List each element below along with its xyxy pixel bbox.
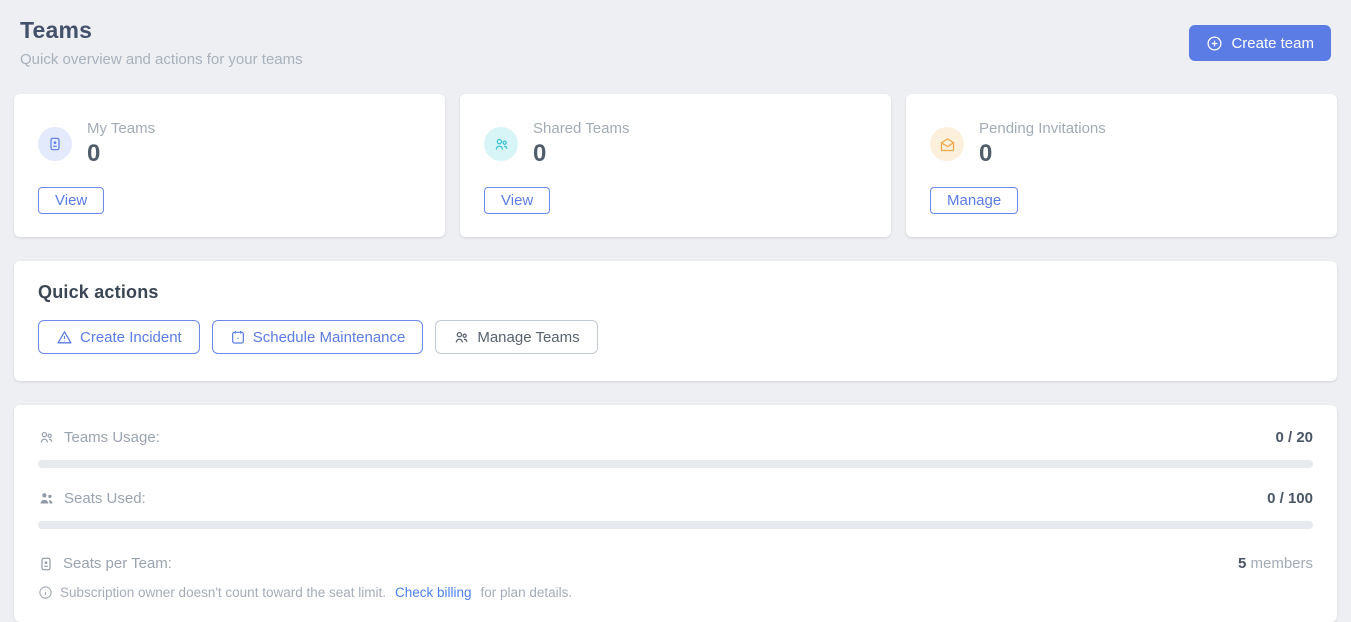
teams-usage-progressbar [38, 460, 1313, 468]
stat-cards-row: My Teams 0 View Shared Teams [14, 94, 1337, 237]
check-billing-link[interactable]: Check billing [395, 585, 472, 600]
teams-usage-value: 0 / 20 [1275, 429, 1313, 446]
note-text-after: for plan details. [481, 585, 573, 600]
users-icon [484, 127, 518, 161]
create-team-label: Create team [1231, 35, 1314, 52]
note-text-before: Subscription owner doesn't count toward … [60, 585, 386, 600]
users-filled-icon [38, 490, 55, 507]
users-outline-icon [38, 429, 55, 446]
stat-value: 0 [533, 140, 629, 168]
badge-icon [38, 127, 72, 161]
calendar-icon [230, 329, 246, 345]
page-subtitle: Quick overview and actions for your team… [20, 51, 303, 68]
usage-panel: Teams Usage: 0 / 20 Seats Used: 0 / 100 [14, 405, 1337, 622]
quick-actions-panel: Quick actions Create Incident [14, 261, 1337, 381]
seats-per-team-value: 5 members [1238, 555, 1313, 572]
seats-per-team-row: Seats per Team: 5 members [38, 555, 1313, 572]
manage-teams-button[interactable]: Manage Teams [435, 320, 597, 354]
stat-card-shared-teams: Shared Teams 0 View [460, 94, 891, 237]
schedule-maintenance-button[interactable]: Schedule Maintenance [212, 320, 424, 354]
header-titles: Teams Quick overview and actions for you… [20, 17, 303, 68]
teams-usage-label: Teams Usage: [64, 429, 160, 446]
seats-used-progressbar [38, 521, 1313, 529]
teams-usage-row: Teams Usage: 0 / 20 [38, 429, 1313, 446]
seats-used-value: 0 / 100 [1267, 490, 1313, 507]
seats-used-row: Seats Used: 0 / 100 [38, 490, 1313, 507]
view-my-teams-button[interactable]: View [38, 187, 104, 214]
stat-card-my-teams: My Teams 0 View [14, 94, 445, 237]
manage-invitations-button[interactable]: Manage [930, 187, 1018, 214]
seat-limit-note: Subscription owner doesn't count toward … [38, 585, 1313, 600]
stat-value: 0 [979, 140, 1106, 168]
view-shared-teams-button[interactable]: View [484, 187, 550, 214]
quick-actions-title: Quick actions [38, 282, 1313, 303]
page-header: Teams Quick overview and actions for you… [14, 15, 1337, 68]
seats-used-label: Seats Used: [64, 490, 146, 507]
teams-page: Teams Quick overview and actions for you… [0, 0, 1351, 622]
seats-per-team-label: Seats per Team: [63, 555, 172, 572]
stat-label: Pending Invitations [979, 120, 1106, 137]
plus-circle-icon [1206, 35, 1223, 52]
stat-label: Shared Teams [533, 120, 629, 137]
stat-label: My Teams [87, 120, 155, 137]
stat-value: 0 [87, 140, 155, 168]
info-icon [38, 585, 53, 600]
warning-triangle-icon [56, 329, 73, 346]
stat-card-pending-invitations: Pending Invitations 0 Manage [906, 94, 1337, 237]
create-team-button[interactable]: Create team [1189, 25, 1331, 61]
page-title: Teams [20, 17, 303, 44]
create-incident-button[interactable]: Create Incident [38, 320, 200, 354]
users-icon [453, 329, 470, 346]
mail-open-icon [930, 127, 964, 161]
badge-icon [38, 556, 54, 572]
